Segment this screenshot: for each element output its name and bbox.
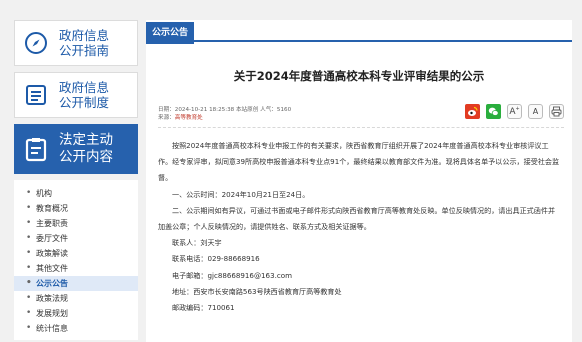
weibo-share-icon[interactable] [465,104,480,119]
article-toolbar: A + A [465,104,564,119]
compass-icon [23,30,49,56]
section-tag: 公示公告 [146,22,195,44]
subnav-item[interactable]: 主要职责 [14,216,138,231]
subnav-item-current[interactable]: 公示公告 [14,276,138,291]
contact-phone: 联系电话：029-88668916 [172,254,260,264]
subnav-item[interactable]: 教育概况 [14,201,138,216]
article-meta: 日期：2024-10-21 18:25:38 本站原创 人气：5160 来源：高… [158,104,564,128]
tile-disclosure-guide[interactable]: 政府信息 公开指南 [14,20,138,66]
subnav-item[interactable]: 统计信息 [14,321,138,336]
subnav-item[interactable]: 其他文件 [14,261,138,276]
tile-label: 法定主动 公开内容 [59,132,113,165]
left-sidebar: 政府信息公开指南 政府信息公开制度 法定主动公开内容 机构 教育概况 主要职责 … [14,20,138,340]
paragraph: 二、公示期间如有异议，可通过书面或电子邮件形式向陕西省教育厅高等教育处反映。单位… [158,205,556,232]
postal-code: 邮政编码：710061 [172,303,235,313]
article-title: 关于2024年度普通高校本科专业评审结果的公示 [233,69,485,83]
content-panel: 公示公告 关于2024年度普通高校本科专业评审结果的公示 日期：2024-10-… [146,20,572,342]
print-icon[interactable] [549,104,564,119]
contact-email: 电子邮箱：gjc88668916@163.com [172,270,292,280]
article-body: 按照2024年度普通高校本科专业申报工作的有关要求，陕西省教育厅组织开展了202… [158,138,560,316]
document-list-icon [23,82,49,108]
font-decrease-button[interactable]: A [528,104,543,119]
tile-statutory-content[interactable]: 法定主动 公开内容 [14,124,138,174]
paragraph: 一、公示时间：2024年10月21日至24日。 [172,189,310,199]
font-increase-button[interactable]: A + [507,104,522,119]
paragraph: 按照2024年度普通高校本科专业申报工作的有关要求，陕西省教育厅组织开展了202… [158,141,560,183]
sub-navigation: 机构 教育概况 主要职责 委厅文件 政策解读 其他文件 公示公告 政策法规 发展… [14,180,138,340]
contact-address: 地址：西安市长安南路563号陕西省教育厅高等教育处 [172,286,342,296]
subnav-item[interactable]: 政策法规 [14,291,138,306]
wechat-share-icon[interactable] [486,104,501,119]
tile-disclosure-system[interactable]: 政府信息 公开制度 [14,72,138,118]
tile-label: 政府信息 公开制度 [59,80,110,110]
clipboard-icon [23,136,49,162]
subnav-item[interactable]: 发展规划 [14,306,138,321]
tile-label: 政府信息 公开指南 [59,28,110,58]
subnav-item[interactable]: 委厅文件 [14,231,138,246]
subnav-item[interactable]: 机构 [14,186,138,201]
section-header: 公示公告 [146,20,572,44]
subnav-item[interactable]: 政策解读 [14,246,138,261]
contact-person: 联系人：刘天宇 [172,238,222,248]
